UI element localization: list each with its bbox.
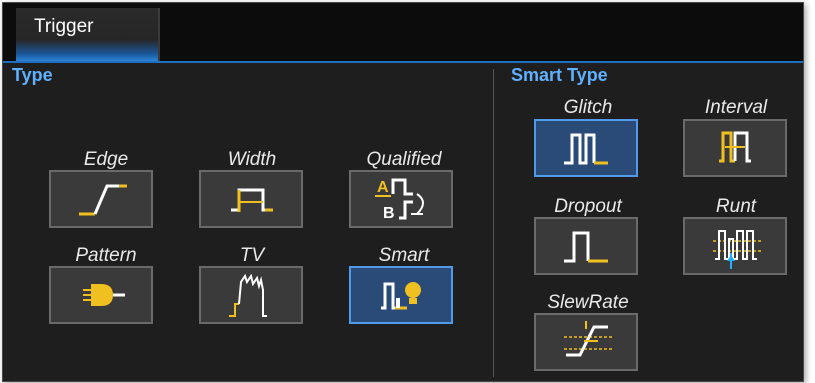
smart-type-section-header: Smart Type: [511, 65, 608, 85]
runt-button[interactable]: [683, 217, 787, 275]
trigger-panel: Trigger Type Edge Width Qualified A B Pa…: [2, 2, 804, 382]
qualified-button[interactable]: A B: [349, 170, 453, 228]
width-trigger-icon: [231, 188, 273, 212]
type-section-header: Type: [12, 65, 53, 85]
tab-bar: Trigger: [3, 3, 803, 63]
pattern-trigger-icon: [83, 284, 125, 306]
tab-trigger[interactable]: Trigger: [16, 8, 160, 61]
runt-icon: [713, 230, 761, 269]
glitch-label: Glitch: [563, 97, 613, 118]
interval-label: Interval: [704, 97, 768, 118]
interval-button[interactable]: [683, 119, 787, 177]
tv-trigger-icon: [229, 273, 267, 317]
pattern-button[interactable]: [49, 266, 153, 324]
width-label: Width: [227, 149, 277, 170]
tv-label: TV: [239, 245, 265, 266]
interval-icon: [719, 131, 751, 163]
dropout-button[interactable]: [534, 217, 638, 275]
slewrate-icon: [564, 321, 612, 357]
qualified-label: Qualified: [366, 149, 442, 170]
dropout-icon: [564, 231, 608, 263]
slewrate-button[interactable]: [534, 313, 638, 371]
smart-label: Smart: [378, 245, 430, 266]
glitch-button[interactable]: [534, 119, 638, 177]
tv-button[interactable]: [199, 266, 303, 324]
dropout-label: Dropout: [554, 196, 622, 217]
smart-button[interactable]: [349, 266, 453, 324]
glitch-icon: [564, 133, 608, 165]
qualified-trigger-icon: A B: [375, 178, 424, 222]
pattern-label: Pattern: [75, 245, 137, 266]
section-divider: [493, 69, 494, 377]
runt-label: Runt: [715, 196, 757, 217]
edge-button[interactable]: [49, 170, 153, 228]
smart-trigger-icon: [381, 282, 421, 310]
edge-label: Edge: [83, 149, 129, 170]
svg-text:A: A: [377, 179, 389, 196]
width-button[interactable]: [199, 170, 303, 228]
edge-trigger-icon: [79, 184, 127, 216]
slewrate-label: SlewRate: [547, 292, 629, 313]
svg-text:B: B: [383, 205, 395, 222]
